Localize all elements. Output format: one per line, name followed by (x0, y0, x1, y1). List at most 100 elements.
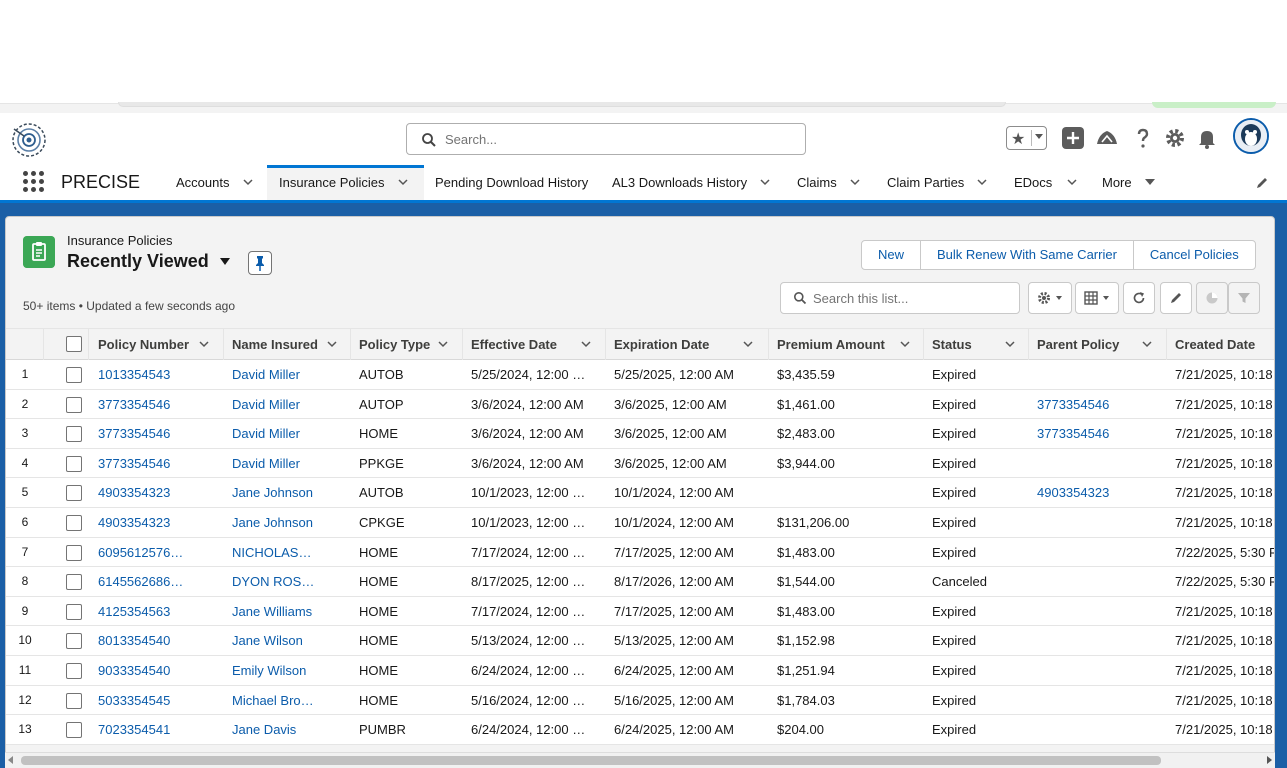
row-select-checkbox[interactable] (66, 663, 82, 679)
row-select-checkbox[interactable] (66, 396, 82, 413)
policy-number-link[interactable]: 6095612576… (98, 545, 216, 560)
row-select-checkbox[interactable] (66, 574, 82, 591)
parent-policy-link[interactable]: 4903354323 (1037, 485, 1162, 500)
chevron-down-icon[interactable] (849, 176, 861, 188)
scroll-left-arrow-icon[interactable] (8, 756, 13, 764)
name-insured-link[interactable]: Jane Williams (232, 604, 344, 619)
list-view-name[interactable]: Recently Viewed (67, 251, 209, 272)
refresh-button[interactable] (1123, 282, 1155, 314)
policy-number-link[interactable]: 4903354323 (98, 485, 216, 500)
nav-item-accounts[interactable]: Accounts (168, 165, 266, 200)
chevron-down-icon[interactable] (976, 176, 988, 188)
notifications-bell-icon[interactable] (1195, 126, 1219, 150)
name-insured-link[interactable]: DYON ROS… (232, 574, 344, 589)
table-row[interactable]: 6 4903354323 Jane Johnson CPKGE 10/1/2023, 1… (6, 508, 1274, 538)
chevron-down-icon[interactable] (580, 338, 592, 350)
chevron-down-icon[interactable] (1066, 176, 1078, 188)
column-header-policy-number[interactable]: Policy Number (90, 329, 224, 360)
row-select-checkbox[interactable] (66, 633, 82, 650)
table-row[interactable]: 10 8013354540 Jane Wilson HOME 5/13/2024, 12… (6, 626, 1274, 656)
name-insured-link[interactable]: Michael Bro… (232, 693, 344, 708)
nav-item-claims[interactable]: Claims (787, 165, 875, 200)
column-header-status[interactable]: Status (924, 329, 1029, 360)
chevron-down-icon[interactable] (326, 338, 338, 350)
name-insured-link[interactable]: David Miller (232, 426, 344, 441)
chevron-down-icon[interactable] (759, 176, 771, 188)
chevron-down-icon[interactable] (242, 176, 254, 188)
row-select-checkbox[interactable] (66, 426, 82, 443)
name-insured-link[interactable]: David Miller (232, 367, 344, 382)
policy-number-link[interactable]: 3773354546 (98, 397, 216, 412)
help-icon[interactable] (1131, 126, 1155, 150)
policy-number-link[interactable]: 8013354540 (98, 633, 216, 648)
charts-button[interactable] (1196, 282, 1228, 314)
display-as-table-button[interactable] (1075, 282, 1119, 314)
chevron-down-icon[interactable] (1004, 338, 1016, 350)
table-row[interactable]: 7 6095612576… NICHOLAS… HOME 7/17/2024, 12:0… (6, 537, 1274, 568)
app-logo-icon[interactable] (10, 121, 48, 159)
name-insured-link[interactable]: NICHOLAS… (232, 545, 344, 560)
list-settings-button[interactable] (1028, 282, 1072, 314)
table-row[interactable]: 9 4125354563 Jane Williams HOME 7/17/2024, 1… (6, 596, 1274, 627)
nav-item-al3-downloads-history[interactable]: AL3 Downloads History (602, 165, 780, 200)
new-button[interactable]: New (861, 240, 922, 270)
chevron-down-icon[interactable] (1141, 338, 1153, 350)
select-all-checkbox[interactable] (66, 336, 82, 352)
chevron-down-icon[interactable] (899, 338, 911, 350)
name-insured-link[interactable]: David Miller (232, 456, 344, 471)
table-row[interactable]: 8 6145562686… DYON ROS… HOME 8/17/2025, 12:0… (6, 567, 1274, 597)
chevron-down-icon[interactable] (198, 338, 210, 350)
horizontal-scrollbar[interactable] (5, 752, 1275, 768)
policy-number-link[interactable]: 3773354546 (98, 456, 216, 471)
bulk-renew-button[interactable]: Bulk Renew With Same Carrier (920, 240, 1134, 270)
policy-number-link[interactable]: 1013354543 (98, 367, 216, 382)
row-select-checkbox[interactable] (66, 455, 82, 472)
row-select-checkbox[interactable] (66, 515, 82, 531)
column-header-name-insured[interactable]: Name Insured (224, 329, 351, 360)
favorites-button[interactable]: ★ (1006, 126, 1047, 150)
parent-policy-link[interactable]: 3773354546 (1037, 397, 1162, 412)
column-header-effective-date[interactable]: Effective Date (463, 329, 606, 360)
table-row[interactable]: 13 7023354541 Jane Davis PUMBR 6/24/2024, 12… (6, 715, 1274, 745)
policy-number-link[interactable]: 4125354563 (98, 604, 216, 619)
setup-gear-icon[interactable] (1163, 126, 1187, 150)
caret-down-icon[interactable] (1144, 176, 1156, 188)
column-header-created-date[interactable]: Created Date (1167, 329, 1274, 360)
pin-list-view-button[interactable] (248, 251, 272, 275)
app-launcher-icon[interactable] (23, 171, 45, 193)
policy-number-link[interactable]: 5033354545 (98, 693, 216, 708)
add-icon[interactable] (1061, 126, 1085, 150)
table-row[interactable]: 5 4903354323 Jane Johnson AUTOB 10/1/2023, 1… (6, 478, 1274, 508)
policy-number-link[interactable]: 9033354540 (98, 663, 216, 678)
column-header-expiration-date[interactable]: Expiration Date (606, 329, 769, 360)
avatar[interactable] (1233, 118, 1269, 154)
chevron-down-icon[interactable] (397, 176, 409, 188)
inline-edit-button[interactable] (1160, 282, 1192, 314)
row-select-checkbox[interactable] (66, 367, 82, 383)
edit-nav-pencil-icon[interactable] (1255, 176, 1269, 190)
name-insured-link[interactable]: David Miller (232, 397, 344, 412)
scroll-right-arrow-icon[interactable] (1267, 756, 1272, 764)
nav-item-claim-parties[interactable]: Claim Parties (877, 165, 997, 200)
column-header-parent-policy[interactable]: Parent Policy (1029, 329, 1167, 360)
column-header-policy-type[interactable]: Policy Type (351, 329, 463, 360)
row-select-checkbox[interactable] (66, 544, 82, 561)
global-search-input[interactable]: Search... (406, 123, 806, 155)
row-select-checkbox[interactable] (66, 485, 82, 502)
nav-item-edocs[interactable]: EDocs (1004, 165, 1096, 200)
row-select-checkbox[interactable] (66, 692, 82, 709)
table-row[interactable]: 2 3773354546 David Miller AUTOP 3/6/2024, 12… (6, 389, 1274, 420)
column-header-premium-amount[interactable]: Premium Amount (769, 329, 924, 360)
policy-number-link[interactable]: 3773354546 (98, 426, 216, 441)
policy-number-link[interactable]: 7023354541 (98, 722, 216, 737)
name-insured-link[interactable]: Jane Johnson (232, 515, 344, 530)
nav-item-insurance-policies[interactable]: Insurance Policies (267, 165, 424, 200)
table-row[interactable]: 4 3773354546 David Miller PPKGE 3/6/2024, 12… (6, 448, 1274, 479)
trailhead-icon[interactable] (1095, 126, 1119, 150)
policy-number-link[interactable]: 4903354323 (98, 515, 216, 530)
name-insured-link[interactable]: Jane Davis (232, 722, 344, 737)
chevron-down-icon[interactable] (742, 338, 754, 350)
row-select-checkbox[interactable] (66, 722, 82, 739)
row-select-checkbox[interactable] (66, 603, 82, 620)
policy-number-link[interactable]: 6145562686… (98, 574, 216, 589)
